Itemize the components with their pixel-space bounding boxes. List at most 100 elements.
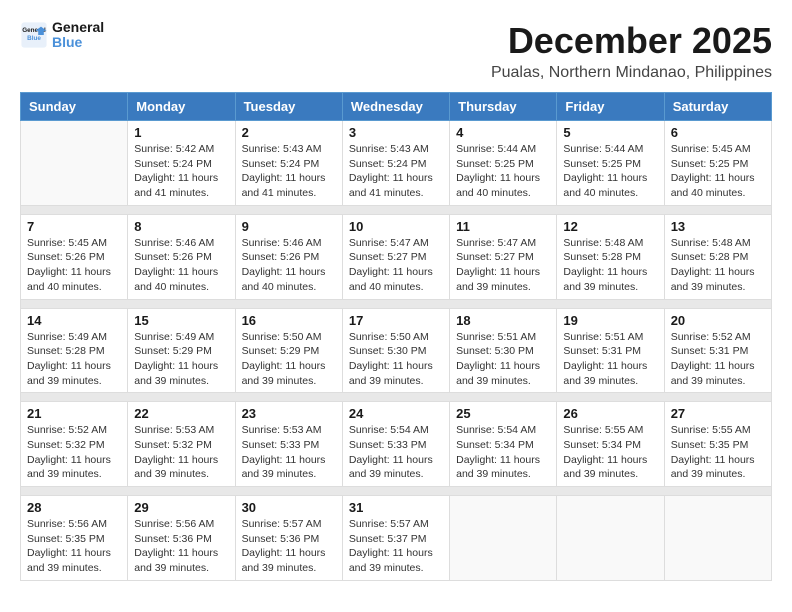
day-info: Sunrise: 5:46 AMSunset: 5:26 PMDaylight:… — [242, 236, 336, 295]
day-number: 24 — [349, 406, 443, 421]
day-number: 19 — [563, 313, 657, 328]
day-number: 4 — [456, 125, 550, 140]
day-info: Sunrise: 5:48 AMSunset: 5:28 PMDaylight:… — [671, 236, 765, 295]
day-info: Sunrise: 5:49 AMSunset: 5:28 PMDaylight:… — [27, 330, 121, 389]
calendar-cell: 23 Sunrise: 5:53 AMSunset: 5:33 PMDayligh… — [235, 402, 342, 487]
day-number: 13 — [671, 219, 765, 234]
calendar-cell — [450, 496, 557, 581]
calendar-cell: 10 Sunrise: 5:47 AMSunset: 5:27 PMDayligh… — [342, 214, 449, 299]
calendar-cell: 12Sunrise: 5:48 AMSunset: 5:28 PMDayligh… — [557, 214, 664, 299]
logo-icon: General Blue — [20, 21, 48, 49]
calendar-cell: 31Sunrise: 5:57 AMSunset: 5:37 PMDayligh… — [342, 496, 449, 581]
day-number: 14 — [27, 313, 121, 328]
day-info: Sunrise: 5:51 AMSunset: 5:30 PMDaylight:… — [456, 330, 550, 389]
day-info: Sunrise: 5:52 AMSunset: 5:32 PMDaylight:… — [27, 423, 121, 482]
day-info: Sunrise: 5:53 AMSunset: 5:33 PMDaylight:… — [242, 423, 336, 482]
calendar-cell: 21 Sunrise: 5:52 AMSunset: 5:32 PMDayligh… — [21, 402, 128, 487]
day-number: 3 — [349, 125, 443, 140]
day-number: 22 — [134, 406, 228, 421]
week-separator — [21, 205, 772, 214]
calendar-header-row: SundayMondayTuesdayWednesdayThursdayFrid… — [21, 93, 772, 121]
day-info: Sunrise: 5:43 AMSunset: 5:24 PMDaylight:… — [242, 142, 336, 201]
day-info: Sunrise: 5:52 AMSunset: 5:31 PMDaylight:… — [671, 330, 765, 389]
calendar-table: SundayMondayTuesdayWednesdayThursdayFrid… — [20, 92, 772, 581]
location-title: Pualas, Northern Mindanao, Philippines — [491, 64, 772, 82]
logo: General Blue General Blue — [20, 20, 104, 51]
day-number: 25 — [456, 406, 550, 421]
calendar-cell: 2 Sunrise: 5:43 AMSunset: 5:24 PMDaylight… — [235, 121, 342, 206]
day-info: Sunrise: 5:45 AMSunset: 5:26 PMDaylight:… — [27, 236, 121, 295]
day-number: 8 — [134, 219, 228, 234]
day-info: Sunrise: 5:56 AMSunset: 5:36 PMDaylight:… — [134, 517, 228, 576]
day-number: 23 — [242, 406, 336, 421]
day-info: Sunrise: 5:46 AMSunset: 5:26 PMDaylight:… — [134, 236, 228, 295]
day-info: Sunrise: 5:47 AMSunset: 5:27 PMDaylight:… — [456, 236, 550, 295]
day-number: 21 — [27, 406, 121, 421]
day-info: Sunrise: 5:45 AMSunset: 5:25 PMDaylight:… — [671, 142, 765, 201]
day-info: Sunrise: 5:42 AMSunset: 5:24 PMDaylight:… — [134, 142, 228, 201]
day-number: 10 — [349, 219, 443, 234]
calendar-cell: 11Sunrise: 5:47 AMSunset: 5:27 PMDayligh… — [450, 214, 557, 299]
calendar-week-row: 1 Sunrise: 5:42 AMSunset: 5:24 PMDaylight… — [21, 121, 772, 206]
calendar-cell — [557, 496, 664, 581]
calendar-cell: 13 Sunrise: 5:48 AMSunset: 5:28 PMDayligh… — [664, 214, 771, 299]
separator-cell — [21, 393, 772, 402]
separator-cell — [21, 205, 772, 214]
weekday-header-tuesday: Tuesday — [235, 93, 342, 121]
calendar-cell: 6Sunrise: 5:45 AMSunset: 5:25 PMDaylight… — [664, 121, 771, 206]
calendar-week-row: 21 Sunrise: 5:52 AMSunset: 5:32 PMDayligh… — [21, 402, 772, 487]
separator-cell — [21, 487, 772, 496]
day-number: 27 — [671, 406, 765, 421]
week-separator — [21, 299, 772, 308]
day-info: Sunrise: 5:49 AMSunset: 5:29 PMDaylight:… — [134, 330, 228, 389]
day-number: 30 — [242, 500, 336, 515]
calendar-cell: 26Sunrise: 5:55 AMSunset: 5:34 PMDayligh… — [557, 402, 664, 487]
calendar-cell: 24 Sunrise: 5:54 AMSunset: 5:33 PMDayligh… — [342, 402, 449, 487]
day-number: 5 — [563, 125, 657, 140]
calendar-cell — [21, 121, 128, 206]
calendar-cell: 30 Sunrise: 5:57 AMSunset: 5:36 PMDayligh… — [235, 496, 342, 581]
day-info: Sunrise: 5:54 AMSunset: 5:33 PMDaylight:… — [349, 423, 443, 482]
day-info: Sunrise: 5:47 AMSunset: 5:27 PMDaylight:… — [349, 236, 443, 295]
calendar-cell: 29Sunrise: 5:56 AMSunset: 5:36 PMDayligh… — [128, 496, 235, 581]
week-separator — [21, 393, 772, 402]
weekday-header-saturday: Saturday — [664, 93, 771, 121]
day-info: Sunrise: 5:56 AMSunset: 5:35 PMDaylight:… — [27, 517, 121, 576]
calendar-cell: 18 Sunrise: 5:51 AMSunset: 5:30 PMDayligh… — [450, 308, 557, 393]
calendar-cell: 3Sunrise: 5:43 AMSunset: 5:24 PMDaylight… — [342, 121, 449, 206]
day-info: Sunrise: 5:57 AMSunset: 5:36 PMDaylight:… — [242, 517, 336, 576]
day-info: Sunrise: 5:55 AMSunset: 5:34 PMDaylight:… — [563, 423, 657, 482]
calendar-cell: 27Sunrise: 5:55 AMSunset: 5:35 PMDayligh… — [664, 402, 771, 487]
title-section: December 2025 Pualas, Northern Mindanao,… — [491, 20, 772, 82]
weekday-header-wednesday: Wednesday — [342, 93, 449, 121]
day-number: 28 — [27, 500, 121, 515]
day-info: Sunrise: 5:48 AMSunset: 5:28 PMDaylight:… — [563, 236, 657, 295]
calendar-cell — [664, 496, 771, 581]
logo-text-general: General — [52, 20, 104, 35]
calendar-cell: 16Sunrise: 5:50 AMSunset: 5:29 PMDayligh… — [235, 308, 342, 393]
calendar-week-row: 7Sunrise: 5:45 AMSunset: 5:26 PMDaylight… — [21, 214, 772, 299]
calendar-cell: 7Sunrise: 5:45 AMSunset: 5:26 PMDaylight… — [21, 214, 128, 299]
weekday-header-sunday: Sunday — [21, 93, 128, 121]
calendar-cell: 19Sunrise: 5:51 AMSunset: 5:31 PMDayligh… — [557, 308, 664, 393]
calendar-cell: 14 Sunrise: 5:49 AMSunset: 5:28 PMDayligh… — [21, 308, 128, 393]
day-number: 9 — [242, 219, 336, 234]
separator-cell — [21, 299, 772, 308]
page-header: General Blue General Blue December 2025 … — [20, 20, 772, 82]
day-info: Sunrise: 5:53 AMSunset: 5:32 PMDaylight:… — [134, 423, 228, 482]
day-number: 2 — [242, 125, 336, 140]
day-info: Sunrise: 5:57 AMSunset: 5:37 PMDaylight:… — [349, 517, 443, 576]
calendar-week-row: 28 Sunrise: 5:56 AMSunset: 5:35 PMDayligh… — [21, 496, 772, 581]
calendar-week-row: 14 Sunrise: 5:49 AMSunset: 5:28 PMDayligh… — [21, 308, 772, 393]
calendar-cell: 20Sunrise: 5:52 AMSunset: 5:31 PMDayligh… — [664, 308, 771, 393]
week-separator — [21, 487, 772, 496]
calendar-cell: 17Sunrise: 5:50 AMSunset: 5:30 PMDayligh… — [342, 308, 449, 393]
day-number: 18 — [456, 313, 550, 328]
calendar-cell: 1 Sunrise: 5:42 AMSunset: 5:24 PMDaylight… — [128, 121, 235, 206]
calendar-cell: 25Sunrise: 5:54 AMSunset: 5:34 PMDayligh… — [450, 402, 557, 487]
day-info: Sunrise: 5:50 AMSunset: 5:30 PMDaylight:… — [349, 330, 443, 389]
day-info: Sunrise: 5:44 AMSunset: 5:25 PMDaylight:… — [563, 142, 657, 201]
calendar-cell: 15Sunrise: 5:49 AMSunset: 5:29 PMDayligh… — [128, 308, 235, 393]
day-number: 1 — [134, 125, 228, 140]
weekday-header-friday: Friday — [557, 93, 664, 121]
